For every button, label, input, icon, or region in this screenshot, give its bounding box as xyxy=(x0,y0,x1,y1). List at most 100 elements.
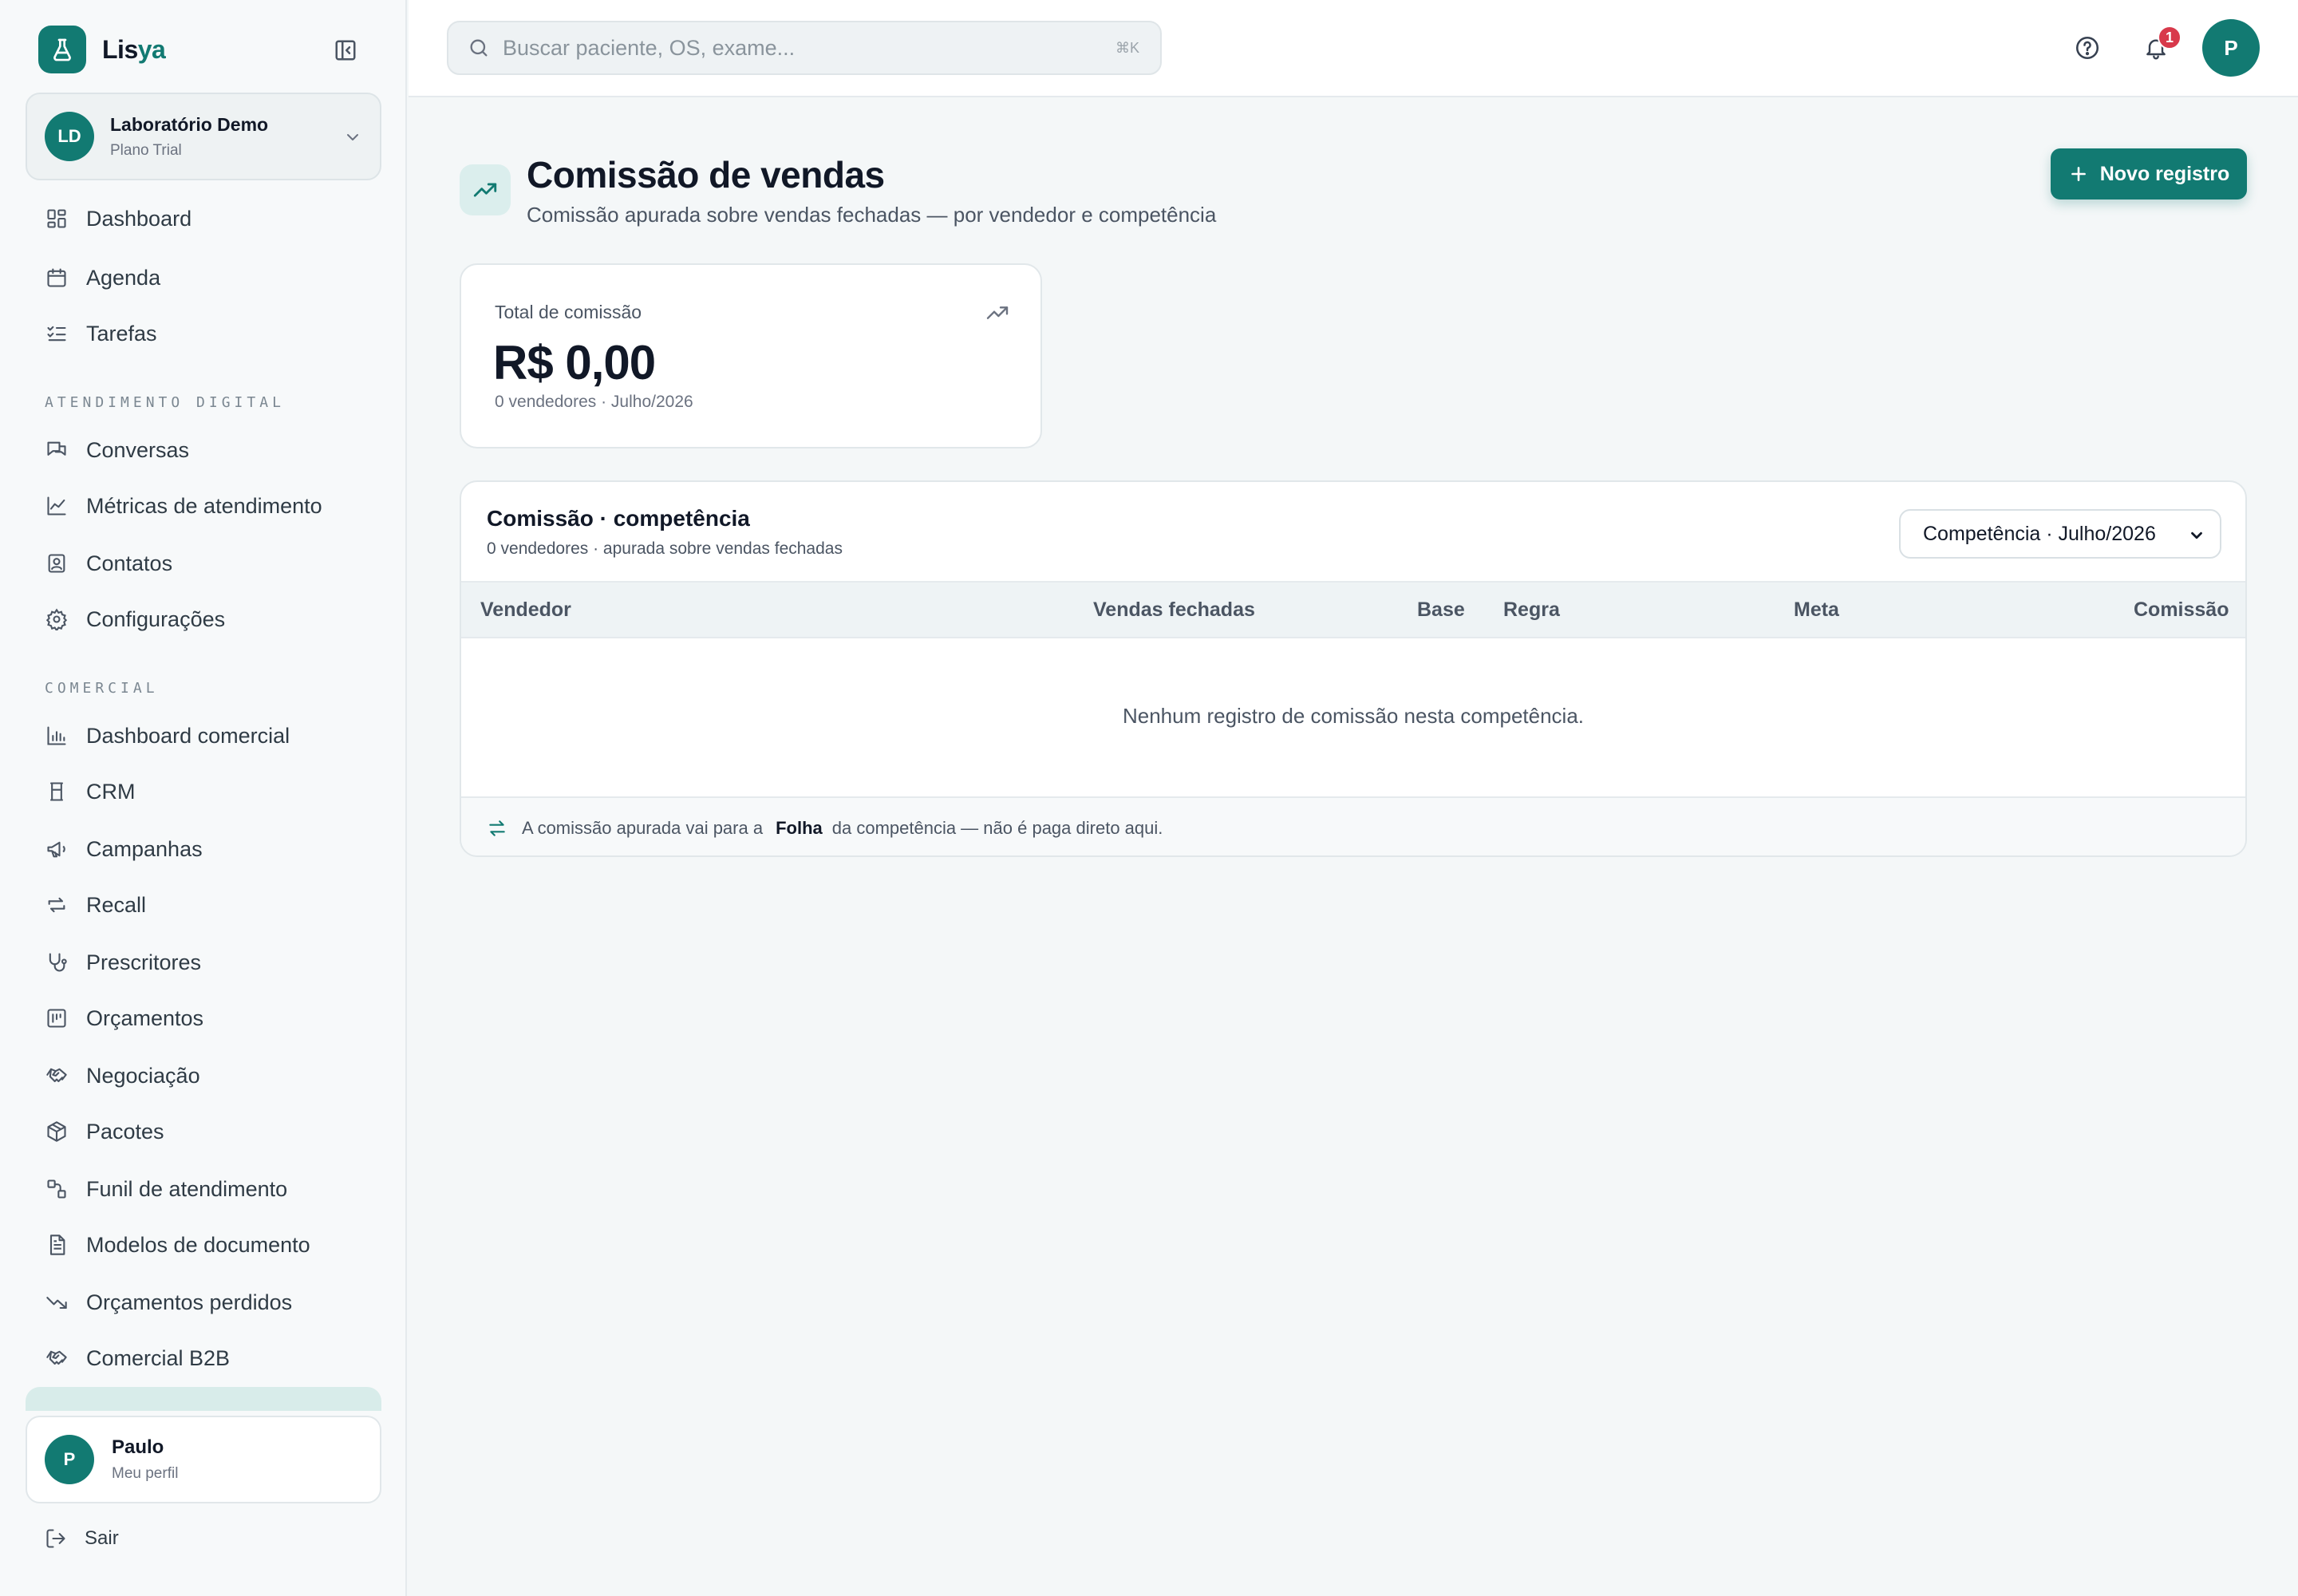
competencia-select[interactable]: Competência · Julho/2026 xyxy=(1899,509,2221,559)
sidebar-item-conversas[interactable]: Conversas xyxy=(26,428,381,472)
trending-down-icon xyxy=(45,1290,69,1314)
sidebar-item-negociacao[interactable]: Negociação xyxy=(26,1053,381,1098)
footer-folha-link[interactable]: Folha xyxy=(776,818,823,839)
sidebar-item-crm[interactable]: CRM xyxy=(26,769,381,814)
table-footer-note: A comissão apurada vai para a Folha da c… xyxy=(461,796,2245,855)
stat-meta: 0 vendedores · Julho/2026 xyxy=(495,393,693,411)
table-subtitle: 0 vendedores · apurada sobre vendas fech… xyxy=(487,539,843,558)
handshake-icon xyxy=(45,1064,69,1088)
sidebar: Lisya LD Laboratório Demo Plano Trial Da… xyxy=(0,0,407,1596)
arrows-swap-icon xyxy=(45,893,69,917)
brand-name-main: Lis xyxy=(102,34,138,64)
sidebar-item-recall[interactable]: Recall xyxy=(26,883,381,927)
arrows-swap-icon xyxy=(487,818,507,839)
notification-badge: 1 xyxy=(2158,26,2182,49)
sidebar-item-metricas[interactable]: Métricas de atendimento xyxy=(26,484,381,528)
sidebar-item-label: Prescritores xyxy=(86,950,202,974)
calendar-icon xyxy=(45,266,69,290)
sidebar-item-label: Tarefas xyxy=(86,321,157,346)
plus-icon xyxy=(2068,164,2089,184)
org-avatar: LD xyxy=(45,112,94,161)
empty-state-message: Nenhum registro de comissão nesta compet… xyxy=(1122,704,1585,728)
active-nav-highlight xyxy=(26,1387,381,1411)
sidebar-item-label: Dashboard xyxy=(86,206,192,231)
sidebar-item-dashboard-comercial[interactable]: Dashboard comercial xyxy=(26,713,381,758)
new-record-button[interactable]: Novo registro xyxy=(2051,148,2247,200)
sidebar-item-label: Modelos de documento xyxy=(86,1232,310,1257)
tasks-icon xyxy=(45,322,69,346)
new-record-label: Novo registro xyxy=(2099,162,2230,185)
sidebar-item-contatos[interactable]: Contatos xyxy=(26,541,381,586)
sidebar-item-prescritores[interactable]: Prescritores xyxy=(26,940,381,985)
line-chart-icon xyxy=(45,494,69,518)
sidebar-item-dashboard[interactable]: Dashboard xyxy=(26,196,381,241)
search-box[interactable]: ⌘K xyxy=(447,21,1162,75)
sidebar-item-configuracoes[interactable]: Configurações xyxy=(26,597,381,642)
table-title: Comissão · competência xyxy=(487,506,750,531)
search-shortcut: ⌘K xyxy=(1115,40,1139,56)
sidebar-item-label: Configurações xyxy=(86,606,226,631)
logout-button[interactable]: Sair xyxy=(45,1527,119,1550)
help-icon[interactable] xyxy=(2070,30,2105,65)
collapse-sidebar-icon[interactable] xyxy=(330,35,361,65)
search-input[interactable] xyxy=(503,35,1109,61)
topbar: ⌘K 1 P xyxy=(409,0,2298,97)
section-label-comercial: COMERCIAL xyxy=(45,680,159,697)
sidebar-item-agenda[interactable]: Agenda xyxy=(26,255,381,300)
sidebar-item-label: Negociação xyxy=(86,1063,200,1088)
funnel-icon xyxy=(45,1177,69,1201)
document-icon xyxy=(45,1233,69,1257)
sidebar-item-label: Comercial B2B xyxy=(86,1345,231,1370)
column-header-regra[interactable]: Regra xyxy=(1503,598,1560,622)
handshake-icon xyxy=(45,1346,69,1370)
section-label-atendimento-digital: ATENDIMENTO DIGITAL xyxy=(45,394,285,411)
profile-card[interactable]: P Paulo Meu perfil xyxy=(26,1416,381,1503)
sidebar-item-orcamentos-perdidos[interactable]: Orçamentos perdidos xyxy=(26,1280,381,1325)
gear-icon xyxy=(45,607,69,631)
competencia-select-value: Competência · Julho/2026 xyxy=(1923,522,2156,545)
stat-value: R$ 0,00 xyxy=(493,336,656,389)
sidebar-item-label: Métricas de atendimento xyxy=(86,493,322,518)
sidebar-item-label: Recall xyxy=(86,892,147,917)
brand[interactable]: Lisya xyxy=(38,26,166,73)
column-header-vendedor[interactable]: Vendedor xyxy=(480,598,571,622)
column-header-vendas-fechadas[interactable]: Vendas fechadas xyxy=(1093,598,1255,622)
footer-text-after: da competência — não é paga direto aqui. xyxy=(831,818,1163,838)
org-plan: Plano Trial xyxy=(110,141,182,159)
footer-text-before: A comissão apurada vai para a xyxy=(522,818,764,838)
sidebar-item-label: Funil de atendimento xyxy=(86,1176,288,1201)
sidebar-item-tarefas[interactable]: Tarefas xyxy=(26,311,381,356)
sidebar-item-comercial-b2b[interactable]: Comercial B2B xyxy=(26,1336,381,1381)
dashboard-icon xyxy=(45,207,69,231)
table-header: Vendedor Vendas fechadas Base Regra Meta… xyxy=(461,581,2245,638)
notifications-button[interactable]: 1 xyxy=(2138,26,2182,65)
user-avatar[interactable]: P xyxy=(2202,19,2260,77)
sidebar-item-pacotes[interactable]: Pacotes xyxy=(26,1109,381,1154)
page-subtitle: Comissão apurada sobre vendas fechadas —… xyxy=(527,203,1217,227)
total-commission-card: Total de comissão R$ 0,00 0 vendedores ·… xyxy=(460,263,1042,448)
sidebar-item-label: CRM xyxy=(86,779,136,804)
trending-up-icon xyxy=(985,300,1010,326)
column-header-meta[interactable]: Meta xyxy=(1794,598,1839,622)
trending-up-icon xyxy=(460,164,511,215)
sidebar-item-label: Pacotes xyxy=(86,1119,164,1144)
package-icon xyxy=(45,1120,69,1144)
sidebar-item-modelos-documento[interactable]: Modelos de documento xyxy=(26,1223,381,1267)
sidebar-item-label: Orçamentos perdidos xyxy=(86,1290,293,1314)
sidebar-item-label: Contatos xyxy=(86,551,173,575)
organization-switcher[interactable]: LD Laboratório Demo Plano Trial xyxy=(26,93,381,180)
sidebar-item-funil[interactable]: Funil de atendimento xyxy=(26,1167,381,1211)
search-icon xyxy=(468,37,490,59)
sidebar-item-campanhas[interactable]: Campanhas xyxy=(26,827,381,871)
column-header-comissao[interactable]: Comissão xyxy=(2134,598,2229,622)
column-header-base[interactable]: Base xyxy=(1417,598,1465,622)
sidebar-item-orcamentos[interactable]: Orçamentos xyxy=(26,996,381,1041)
flask-icon xyxy=(38,26,86,73)
avatar: P xyxy=(45,1435,94,1484)
org-name: Laboratório Demo xyxy=(110,113,269,135)
sidebar-item-label: Dashboard comercial xyxy=(86,723,290,748)
logout-icon xyxy=(45,1527,67,1550)
profile-name: Paulo xyxy=(112,1436,164,1458)
brand-name: Lisya xyxy=(102,34,166,65)
bar-chart-icon xyxy=(45,724,69,748)
